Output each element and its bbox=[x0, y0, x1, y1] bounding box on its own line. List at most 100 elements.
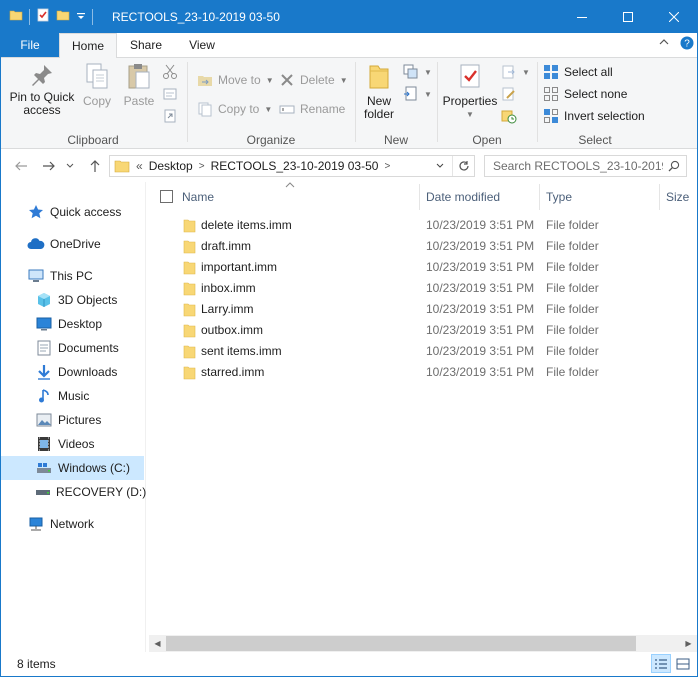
table-row[interactable]: draft.imm 10/23/2019 3:51 PM File folder bbox=[157, 236, 677, 257]
file-type: File folder bbox=[546, 344, 599, 358]
file-name: important.imm bbox=[201, 260, 278, 274]
select-all-button[interactable]: Select all bbox=[543, 62, 613, 82]
nav-item-pictures[interactable]: Pictures bbox=[1, 408, 144, 432]
tab-file[interactable]: File bbox=[1, 33, 59, 57]
back-button[interactable] bbox=[11, 156, 31, 176]
large-icons-view-icon bbox=[676, 658, 690, 669]
search-box[interactable]: Search RECTOOLS_23-10-2019 03-50 bbox=[484, 155, 687, 177]
file-type: File folder bbox=[546, 365, 599, 379]
properties-button[interactable]: Properties ▼ bbox=[441, 62, 499, 121]
move-to-button[interactable]: Move to ▼ bbox=[197, 70, 274, 90]
sort-ascending-icon bbox=[285, 180, 295, 190]
scroll-left-icon[interactable]: ◀ bbox=[149, 635, 166, 652]
copy-to-button[interactable]: Copy to ▼ bbox=[197, 99, 272, 119]
search-placeholder[interactable]: Search RECTOOLS_23-10-2019 03-50 bbox=[493, 159, 663, 173]
nav-item-onedrive[interactable]: OneDrive bbox=[1, 232, 144, 256]
column-divider[interactable] bbox=[419, 184, 420, 210]
properties-icon bbox=[460, 64, 480, 88]
maximize-button[interactable] bbox=[605, 1, 651, 33]
copy-path-button[interactable] bbox=[162, 84, 178, 104]
nav-item-windows-c[interactable]: Windows (C:) bbox=[1, 456, 144, 480]
nav-item-videos[interactable]: Videos bbox=[1, 432, 144, 456]
nav-item-network[interactable]: Network bbox=[1, 512, 144, 536]
large-icons-view-button[interactable] bbox=[673, 654, 693, 673]
edit-button[interactable] bbox=[501, 84, 517, 104]
tab-view[interactable]: View bbox=[177, 33, 227, 57]
nav-item-desktop[interactable]: Desktop bbox=[1, 312, 144, 336]
easy-access-button[interactable]: ▼ bbox=[403, 84, 432, 104]
column-header-type[interactable]: Type bbox=[546, 182, 572, 212]
address-history-dropdown[interactable] bbox=[430, 156, 450, 176]
minimize-button[interactable] bbox=[559, 1, 605, 33]
select-all-checkbox[interactable] bbox=[160, 190, 173, 203]
table-row[interactable]: sent items.imm 10/23/2019 3:51 PM File f… bbox=[157, 341, 677, 362]
table-row[interactable]: important.imm 10/23/2019 3:51 PM File fo… bbox=[157, 257, 677, 278]
table-row[interactable]: starred.imm 10/23/2019 3:51 PM File fold… bbox=[157, 362, 677, 383]
customize-toolbar-icon[interactable] bbox=[76, 10, 86, 24]
file-date: 10/23/2019 3:51 PM bbox=[426, 365, 535, 379]
table-row[interactable]: inbox.imm 10/23/2019 3:51 PM File folder bbox=[157, 278, 677, 299]
breadcrumb-overflow[interactable]: « bbox=[136, 159, 143, 173]
group-divider bbox=[187, 62, 188, 142]
nav-item-3d-objects[interactable]: 3D Objects bbox=[1, 288, 144, 312]
tab-home[interactable]: Home bbox=[59, 33, 117, 58]
nav-item-documents[interactable]: Documents bbox=[1, 336, 144, 360]
cut-button[interactable] bbox=[162, 62, 178, 82]
toolbar-divider bbox=[92, 8, 93, 25]
file-type: File folder bbox=[546, 239, 599, 253]
invert-selection-label: Invert selection bbox=[564, 109, 645, 123]
paste-button[interactable]: Paste bbox=[121, 62, 157, 108]
new-item-button[interactable]: ▼ bbox=[403, 62, 432, 82]
quick-access-toolbar bbox=[9, 8, 93, 25]
breadcrumb-current[interactable]: RECTOOLS_23-10-2019 03-50 bbox=[211, 159, 379, 173]
table-row[interactable]: outbox.imm 10/23/2019 3:51 PM File folde… bbox=[157, 320, 677, 341]
new-folder-button[interactable]: New folder bbox=[359, 62, 399, 121]
new-folder-quick-icon[interactable] bbox=[56, 8, 70, 25]
pin-to-quick-access-button[interactable]: Pin to Quick access bbox=[7, 62, 77, 117]
rename-button[interactable]: Rename bbox=[279, 99, 345, 119]
delete-button[interactable]: Delete ▼ bbox=[279, 70, 348, 90]
paste-shortcut-button[interactable] bbox=[162, 106, 178, 126]
nav-item-recovery-d[interactable]: RECOVERY (D:) bbox=[1, 480, 146, 504]
recent-locations-button[interactable] bbox=[63, 156, 77, 176]
copy-label: Copy bbox=[82, 94, 111, 108]
column-header-name[interactable]: Name bbox=[182, 182, 214, 212]
horizontal-scrollbar[interactable]: ◀ ▶ bbox=[149, 635, 697, 652]
scroll-right-icon[interactable]: ▶ bbox=[680, 635, 697, 652]
details-view-icon bbox=[655, 658, 667, 669]
minimize-icon bbox=[577, 17, 587, 18]
refresh-button[interactable] bbox=[452, 156, 474, 176]
nav-item-downloads[interactable]: Downloads bbox=[1, 360, 144, 384]
table-row[interactable]: Larry.imm 10/23/2019 3:51 PM File folder bbox=[157, 299, 677, 320]
open-icon bbox=[502, 65, 515, 79]
nav-item-this-pc[interactable]: This PC bbox=[1, 264, 144, 288]
column-header-date[interactable]: Date modified bbox=[426, 182, 500, 212]
chevron-down-icon bbox=[66, 163, 74, 168]
tab-share[interactable]: Share bbox=[121, 33, 171, 57]
file-list: Name Date modified Type Size delete item… bbox=[149, 182, 697, 636]
close-button[interactable] bbox=[651, 1, 697, 33]
history-button[interactable] bbox=[501, 106, 517, 126]
up-button[interactable] bbox=[85, 156, 105, 176]
minimize-ribbon-icon[interactable] bbox=[659, 37, 669, 50]
column-divider[interactable] bbox=[539, 184, 540, 210]
column-header-size[interactable]: Size bbox=[666, 182, 689, 212]
properties-quick-icon[interactable] bbox=[36, 8, 50, 25]
details-view-button[interactable] bbox=[651, 654, 671, 673]
breadcrumb-chevron-icon[interactable]: > bbox=[199, 161, 205, 172]
select-none-button[interactable]: Select none bbox=[543, 84, 627, 104]
copy-button[interactable]: Copy bbox=[79, 62, 115, 108]
table-row[interactable]: delete items.imm 10/23/2019 3:51 PM File… bbox=[157, 215, 677, 236]
address-bar[interactable]: « Desktop > RECTOOLS_23-10-2019 03-50 > bbox=[109, 155, 475, 177]
open-button[interactable]: ▼ bbox=[501, 62, 530, 82]
nav-item-quick-access[interactable]: Quick access bbox=[1, 200, 144, 224]
forward-button[interactable] bbox=[39, 156, 59, 176]
column-divider[interactable] bbox=[659, 184, 660, 210]
invert-selection-button[interactable]: Invert selection bbox=[543, 106, 645, 126]
help-icon[interactable]: ? bbox=[680, 36, 694, 53]
scrollbar-thumb[interactable] bbox=[166, 636, 636, 651]
nav-item-music[interactable]: Music bbox=[1, 384, 144, 408]
search-icon[interactable] bbox=[668, 160, 680, 175]
breadcrumb-chevron-icon[interactable]: > bbox=[384, 161, 390, 172]
breadcrumb-desktop[interactable]: Desktop bbox=[149, 159, 193, 173]
